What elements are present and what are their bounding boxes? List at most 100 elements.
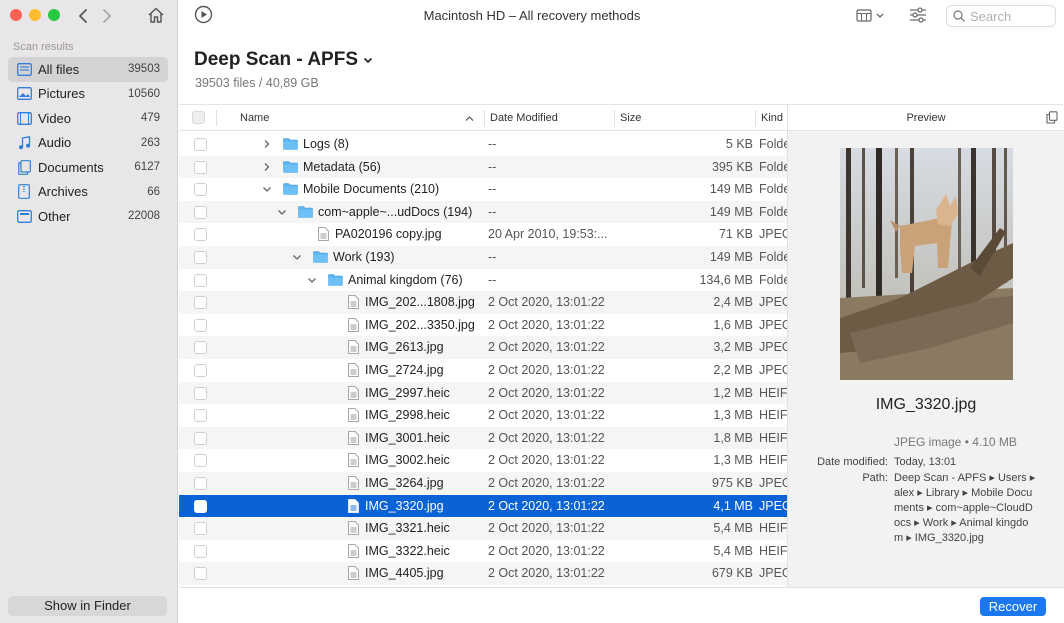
sort-ascending-icon[interactable]	[465, 115, 474, 122]
row-checkbox[interactable]	[194, 341, 207, 355]
row-checkbox[interactable]	[194, 544, 207, 558]
preview-filename: IMG_3320.jpg	[875, 396, 977, 413]
folder-row[interactable]: Metadata (56) -- 395 KB Folde	[179, 155, 787, 179]
file-icon	[348, 476, 359, 493]
row-date: --	[488, 159, 497, 174]
file-row[interactable]: IMG_2613.jpg 2 Oct 2020, 13:01:22 3,2 MB JP…	[179, 336, 787, 359]
minimize-window-button[interactable]	[29, 9, 41, 21]
filter-settings-icon[interactable]	[909, 7, 927, 23]
file-row[interactable]: IMG_3264.jpg 2 Oct 2020, 13:01:22 975 KB JP…	[179, 471, 787, 495]
row-name: com~apple~...udDocs (194)	[318, 204, 473, 219]
file-row[interactable]: IMG_3002.heic 2 Oct 2020, 13:01:22 1,3 MB H…	[179, 449, 787, 472]
file-row[interactable]: IMG_2724.jpg 2 Oct 2020, 13:01:22 2,2 MB JP…	[179, 359, 787, 382]
row-name: Metadata (56)	[303, 159, 381, 174]
disclosure-expanded-icon[interactable]	[307, 275, 317, 285]
sidebar-item-archives[interactable]: Archives 66	[8, 180, 168, 205]
file-row[interactable]: IMG_4405.jpg 2 Oct 2020, 13:01:22 679 KB JP…	[179, 562, 787, 585]
folder-icon	[328, 273, 343, 289]
column-name-header[interactable]: Name	[240, 112, 269, 124]
disclosure-collapsed-icon[interactable]	[262, 162, 272, 172]
sidebar-item-audio[interactable]: Audio 263	[8, 131, 168, 156]
file-row[interactable]: IMG_3322.heic 2 Oct 2020, 13:01:22 5,4 MB H…	[179, 540, 787, 563]
row-checkbox[interactable]	[194, 522, 207, 536]
disclosure-expanded-icon[interactable]	[292, 252, 302, 262]
row-date: 2 Oct 2020, 13:01:22	[488, 475, 605, 490]
row-checkbox[interactable]	[194, 160, 207, 174]
row-checkbox[interactable]	[194, 431, 207, 445]
zoom-window-button[interactable]	[48, 9, 60, 21]
disclosure-expanded-icon[interactable]	[277, 207, 287, 217]
sidebar-item-other[interactable]: Other 22008	[8, 204, 168, 229]
sidebar-item-pictures[interactable]: Pictures 10560	[8, 82, 168, 107]
folder-row[interactable]: Mobile Documents (210) -- 149 MB Folde	[179, 178, 787, 201]
row-kind: JPEG	[759, 317, 787, 332]
folder-row[interactable]: Logs (8) -- 5 KB Folde	[179, 133, 787, 156]
row-size: 4,1 MB	[713, 498, 753, 513]
search-input[interactable]	[970, 8, 1048, 24]
file-row[interactable]: IMG_3321.heic 2 Oct 2020, 13:01:22 5,4 MB H…	[179, 517, 787, 540]
all-files-icon	[16, 61, 32, 77]
row-date: 2 Oct 2020, 13:01:22	[488, 340, 605, 355]
file-row[interactable]: IMG_3001.heic 2 Oct 2020, 13:01:22 1,8 MB H…	[179, 426, 787, 450]
folder-row[interactable]: Work (193) -- 149 MB Folde	[179, 245, 787, 269]
row-checkbox[interactable]	[194, 296, 207, 310]
select-all-checkbox[interactable]	[192, 111, 205, 124]
scan-title[interactable]: Deep Scan - APFS	[194, 49, 373, 71]
disclosure-collapsed-icon[interactable]	[262, 139, 272, 149]
preview-panel: Preview IMG_3320.jpg JPEG image • 4.10 M…	[788, 104, 1064, 587]
forward-icon[interactable]	[102, 8, 112, 24]
row-name: IMG_3001.heic	[365, 430, 450, 445]
row-size: 3,2 MB	[713, 340, 753, 355]
row-checkbox[interactable]	[194, 409, 207, 423]
sidebar-item-count: 263	[140, 136, 160, 149]
file-row[interactable]: IMG_2998.heic 2 Oct 2020, 13:01:22 1,3 MB H…	[179, 404, 787, 427]
row-date: 2 Oct 2020, 13:01:22	[488, 498, 605, 513]
home-icon[interactable]	[147, 6, 165, 24]
file-row[interactable]: IMG_2997.heic 2 Oct 2020, 13:01:22 1,2 MB H…	[179, 381, 787, 405]
show-in-finder-button[interactable]: Show in Finder	[8, 596, 167, 616]
row-size: 149 MB	[709, 182, 753, 197]
copy-icon[interactable]	[1046, 111, 1058, 124]
file-icon	[348, 521, 359, 538]
file-row[interactable]: PA020196 copy.jpg 20 Apr 2010, 19:53:... 7…	[179, 223, 787, 246]
row-checkbox[interactable]	[194, 228, 207, 242]
row-checkbox[interactable]	[194, 476, 207, 490]
row-name: IMG_202...3350.jpg	[365, 317, 475, 332]
close-window-button[interactable]	[10, 9, 22, 21]
sidebar-item-documents[interactable]: Documents 6127	[8, 155, 168, 180]
path-value: Deep Scan - APFS ▸ Users ▸ alex ▸ Library…	[894, 471, 1049, 546]
file-row[interactable]: IMG_3320.jpg 2 Oct 2020, 13:01:22 4,1 MB JP…	[179, 494, 787, 518]
column-date-header[interactable]: Date Modified	[490, 112, 558, 124]
row-checkbox[interactable]	[194, 250, 207, 264]
row-checkbox[interactable]	[194, 318, 207, 332]
column-kind-header[interactable]: Kind	[761, 112, 783, 124]
disclosure-expanded-icon[interactable]	[262, 184, 272, 194]
path-line: ocs ▸ Work ▸ Animal kingdo	[894, 517, 1029, 529]
folder-row[interactable]: Animal kingdom (76) -- 134,6 MB Folde	[179, 269, 787, 292]
file-row[interactable]: IMG_202...1808.jpg 2 Oct 2020, 13:01:22 2,…	[179, 291, 787, 314]
row-checkbox[interactable]	[194, 138, 207, 151]
folder-row[interactable]: com~apple~...udDocs (194) -- 149 MB Folde	[179, 200, 787, 224]
recover-button[interactable]: Recover	[980, 597, 1046, 616]
row-checkbox[interactable]	[194, 273, 207, 287]
row-checkbox[interactable]	[194, 499, 207, 513]
search-icon	[953, 10, 965, 22]
sidebar-item-all-files[interactable]: All files 39503	[8, 57, 168, 82]
row-checkbox[interactable]	[194, 454, 207, 468]
back-icon[interactable]	[78, 8, 88, 24]
column-size-header[interactable]: Size	[620, 112, 641, 124]
sidebar-item-video[interactable]: Video 479	[8, 106, 168, 131]
search-field[interactable]	[946, 5, 1056, 27]
row-checkbox[interactable]	[194, 205, 207, 219]
row-checkbox[interactable]	[194, 567, 207, 581]
view-mode-icon[interactable]	[856, 9, 886, 23]
preview-image	[840, 148, 1013, 380]
row-checkbox[interactable]	[194, 183, 207, 197]
row-kind: HEIF	[759, 430, 787, 445]
scan-title-label: Deep Scan - APFS	[194, 49, 359, 70]
row-date: 2 Oct 2020, 13:01:22	[488, 408, 605, 423]
file-row[interactable]: IMG_202...3350.jpg 2 Oct 2020, 13:01:22 1,…	[179, 314, 787, 337]
pictures-icon	[16, 86, 32, 102]
row-checkbox[interactable]	[194, 363, 207, 377]
row-checkbox[interactable]	[194, 386, 207, 400]
